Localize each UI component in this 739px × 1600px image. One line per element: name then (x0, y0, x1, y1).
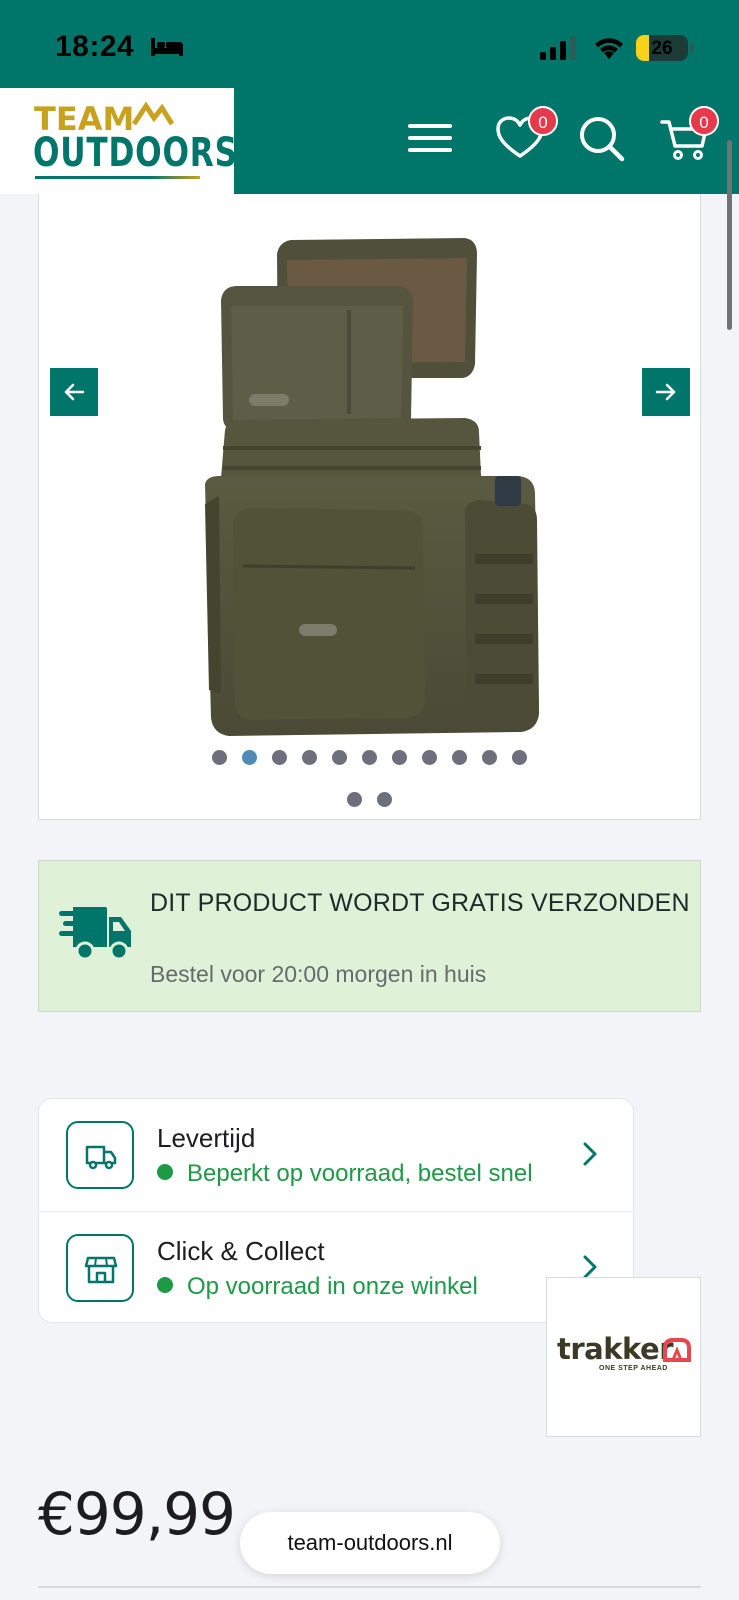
click-collect-status-text: Op voorraad in onze winkel (187, 1273, 478, 1300)
gallery-dot[interactable] (422, 750, 437, 765)
gallery-dot[interactable] (302, 750, 317, 765)
click-and-collect-row[interactable]: Click & Collect Op voorraad in onze wink… (39, 1211, 633, 1323)
menu-icon[interactable] (402, 110, 458, 166)
truck-icon (85, 1145, 117, 1170)
row-icon-box (66, 1121, 134, 1189)
delivery-truck-icon (59, 907, 131, 961)
gallery-dot[interactable] (242, 750, 257, 765)
shipping-subtitle: Bestel voor 20:00 morgen in huis (150, 961, 487, 987)
delivery-time-title: Levertijd (157, 1123, 256, 1153)
free-shipping-banner: DIT PRODUCT WORDT GRATIS VERZONDEN Beste… (38, 860, 701, 1012)
status-dot (157, 1164, 173, 1180)
site-header: TEAM OUTDOORS 0 0 (0, 88, 739, 194)
store-icon (84, 1256, 118, 1284)
delivery-options-card: Levertijd Beperkt op voorraad, bestel sn… (38, 1098, 634, 1323)
battery-level: 26 (651, 38, 673, 59)
click-collect-status: Op voorraad in onze winkel (157, 1273, 478, 1301)
page-scrollbar[interactable] (727, 140, 732, 330)
wifi-icon (595, 38, 623, 59)
shipping-title: DIT PRODUCT WORDT GRATIS VERZONDEN (150, 889, 690, 917)
brand-tagline: ONE STEP AHEAD (599, 1365, 668, 1372)
cart-count-badge: 0 (689, 106, 719, 136)
logo-underline (35, 176, 200, 179)
click-collect-title: Click & Collect (157, 1236, 325, 1266)
site-logo[interactable]: TEAM OUTDOORS (0, 88, 237, 194)
gallery-dot[interactable] (452, 750, 467, 765)
product-price: €99,99 (38, 1480, 236, 1548)
gallery-dot[interactable] (392, 750, 407, 765)
mountain-icon (132, 102, 175, 126)
brand-logo[interactable]: trakker ONE STEP AHEAD (546, 1277, 701, 1437)
gallery-dot[interactable] (272, 750, 287, 765)
delivery-time-status-text: Beperkt op voorraad, bestel snel (187, 1160, 533, 1187)
logo-outdoors-text: OUTDOORS (33, 130, 238, 176)
wishlist-count-badge: 0 (528, 106, 558, 136)
chevron-right-icon (583, 1142, 597, 1166)
delivery-time-row[interactable]: Levertijd Beperkt op voorraad, bestel sn… (39, 1099, 633, 1211)
gallery-dot[interactable] (377, 792, 392, 807)
gallery-next-button[interactable] (642, 368, 690, 416)
search-icon[interactable] (574, 110, 630, 166)
brand-name: trakker (557, 1332, 674, 1366)
bed-icon (151, 38, 183, 56)
gallery-pagination-row-1 (39, 750, 700, 765)
cell-signal-icon (540, 36, 576, 60)
delivery-time-status: Beperkt op voorraad, bestel snel (157, 1160, 533, 1188)
status-dot (157, 1277, 173, 1293)
gallery-dot[interactable] (347, 792, 362, 807)
gallery-dot[interactable] (482, 750, 497, 765)
gallery-dot[interactable] (332, 750, 347, 765)
gallery-dot[interactable] (512, 750, 527, 765)
arrow-left-icon (64, 383, 85, 401)
gallery-pagination-row-2 (39, 792, 700, 807)
battery-tip (690, 43, 694, 53)
product-gallery[interactable] (38, 194, 701, 820)
gallery-prev-button[interactable] (50, 368, 98, 416)
battery-indicator: 26 (636, 35, 688, 61)
row-icon-box (66, 1234, 134, 1302)
gallery-dot[interactable] (362, 750, 377, 765)
brand-mark-icon (663, 1338, 691, 1362)
browser-url-bar[interactable]: team-outdoors.nl (240, 1512, 500, 1574)
status-bar: 18:24 26 (0, 0, 739, 88)
status-time: 18:24 (55, 30, 135, 63)
arrow-right-icon (655, 383, 676, 401)
divider (38, 1586, 701, 1588)
product-image (205, 238, 539, 736)
gallery-dot[interactable] (212, 750, 227, 765)
